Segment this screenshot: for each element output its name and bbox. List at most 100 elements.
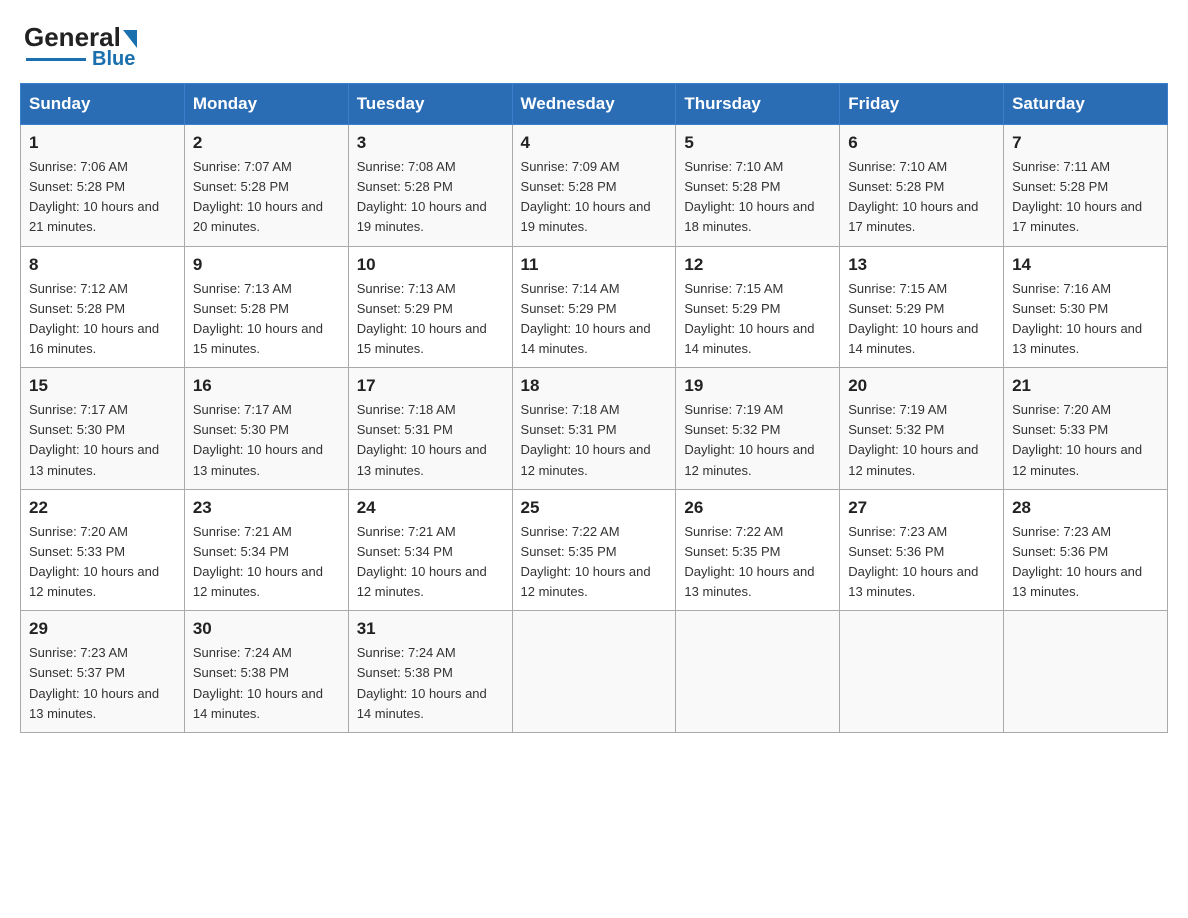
calendar-wrapper: SundayMondayTuesdayWednesdayThursdayFrid…	[0, 83, 1188, 753]
calendar-week-row: 8 Sunrise: 7:12 AMSunset: 5:28 PMDayligh…	[21, 246, 1168, 368]
day-info: Sunrise: 7:23 AMSunset: 5:37 PMDaylight:…	[29, 645, 159, 720]
calendar-cell: 25 Sunrise: 7:22 AMSunset: 5:35 PMDaylig…	[512, 489, 676, 611]
day-number: 2	[193, 133, 340, 153]
calendar-week-row: 29 Sunrise: 7:23 AMSunset: 5:37 PMDaylig…	[21, 611, 1168, 733]
day-info: Sunrise: 7:18 AMSunset: 5:31 PMDaylight:…	[357, 402, 487, 477]
day-info: Sunrise: 7:21 AMSunset: 5:34 PMDaylight:…	[193, 524, 323, 599]
day-info: Sunrise: 7:16 AMSunset: 5:30 PMDaylight:…	[1012, 281, 1142, 356]
day-info: Sunrise: 7:22 AMSunset: 5:35 PMDaylight:…	[684, 524, 814, 599]
day-info: Sunrise: 7:18 AMSunset: 5:31 PMDaylight:…	[521, 402, 651, 477]
day-number: 31	[357, 619, 504, 639]
calendar-cell: 30 Sunrise: 7:24 AMSunset: 5:38 PMDaylig…	[184, 611, 348, 733]
day-number: 21	[1012, 376, 1159, 396]
day-number: 9	[193, 255, 340, 275]
day-number: 16	[193, 376, 340, 396]
day-header-thursday: Thursday	[676, 84, 840, 125]
day-number: 26	[684, 498, 831, 518]
day-info: Sunrise: 7:10 AMSunset: 5:28 PMDaylight:…	[684, 159, 814, 234]
day-info: Sunrise: 7:23 AMSunset: 5:36 PMDaylight:…	[1012, 524, 1142, 599]
day-info: Sunrise: 7:13 AMSunset: 5:28 PMDaylight:…	[193, 281, 323, 356]
day-number: 28	[1012, 498, 1159, 518]
calendar-cell	[512, 611, 676, 733]
calendar-cell: 1 Sunrise: 7:06 AMSunset: 5:28 PMDayligh…	[21, 125, 185, 247]
logo-arrow-icon	[123, 30, 137, 48]
day-header-sunday: Sunday	[21, 84, 185, 125]
day-header-tuesday: Tuesday	[348, 84, 512, 125]
logo-blue-text: Blue	[92, 48, 135, 71]
calendar-cell: 24 Sunrise: 7:21 AMSunset: 5:34 PMDaylig…	[348, 489, 512, 611]
calendar-week-row: 1 Sunrise: 7:06 AMSunset: 5:28 PMDayligh…	[21, 125, 1168, 247]
day-number: 13	[848, 255, 995, 275]
calendar-cell: 5 Sunrise: 7:10 AMSunset: 5:28 PMDayligh…	[676, 125, 840, 247]
calendar-cell: 29 Sunrise: 7:23 AMSunset: 5:37 PMDaylig…	[21, 611, 185, 733]
calendar-week-row: 15 Sunrise: 7:17 AMSunset: 5:30 PMDaylig…	[21, 368, 1168, 490]
calendar-week-row: 22 Sunrise: 7:20 AMSunset: 5:33 PMDaylig…	[21, 489, 1168, 611]
day-info: Sunrise: 7:20 AMSunset: 5:33 PMDaylight:…	[29, 524, 159, 599]
day-info: Sunrise: 7:07 AMSunset: 5:28 PMDaylight:…	[193, 159, 323, 234]
day-number: 29	[29, 619, 176, 639]
day-info: Sunrise: 7:08 AMSunset: 5:28 PMDaylight:…	[357, 159, 487, 234]
calendar-cell: 8 Sunrise: 7:12 AMSunset: 5:28 PMDayligh…	[21, 246, 185, 368]
day-number: 12	[684, 255, 831, 275]
calendar-cell: 6 Sunrise: 7:10 AMSunset: 5:28 PMDayligh…	[840, 125, 1004, 247]
logo-line-decoration	[26, 58, 86, 61]
day-number: 10	[357, 255, 504, 275]
day-info: Sunrise: 7:06 AMSunset: 5:28 PMDaylight:…	[29, 159, 159, 234]
day-info: Sunrise: 7:19 AMSunset: 5:32 PMDaylight:…	[684, 402, 814, 477]
calendar-cell: 22 Sunrise: 7:20 AMSunset: 5:33 PMDaylig…	[21, 489, 185, 611]
day-info: Sunrise: 7:19 AMSunset: 5:32 PMDaylight:…	[848, 402, 978, 477]
calendar-cell: 13 Sunrise: 7:15 AMSunset: 5:29 PMDaylig…	[840, 246, 1004, 368]
day-number: 14	[1012, 255, 1159, 275]
day-number: 17	[357, 376, 504, 396]
day-number: 11	[521, 255, 668, 275]
calendar-cell: 21 Sunrise: 7:20 AMSunset: 5:33 PMDaylig…	[1004, 368, 1168, 490]
calendar-cell: 10 Sunrise: 7:13 AMSunset: 5:29 PMDaylig…	[348, 246, 512, 368]
day-number: 25	[521, 498, 668, 518]
calendar-cell: 23 Sunrise: 7:21 AMSunset: 5:34 PMDaylig…	[184, 489, 348, 611]
day-info: Sunrise: 7:14 AMSunset: 5:29 PMDaylight:…	[521, 281, 651, 356]
day-number: 5	[684, 133, 831, 153]
calendar-cell: 2 Sunrise: 7:07 AMSunset: 5:28 PMDayligh…	[184, 125, 348, 247]
calendar-header-row: SundayMondayTuesdayWednesdayThursdayFrid…	[21, 84, 1168, 125]
calendar-table: SundayMondayTuesdayWednesdayThursdayFrid…	[20, 83, 1168, 733]
day-header-wednesday: Wednesday	[512, 84, 676, 125]
day-number: 1	[29, 133, 176, 153]
day-number: 7	[1012, 133, 1159, 153]
day-info: Sunrise: 7:15 AMSunset: 5:29 PMDaylight:…	[684, 281, 814, 356]
day-header-monday: Monday	[184, 84, 348, 125]
day-info: Sunrise: 7:20 AMSunset: 5:33 PMDaylight:…	[1012, 402, 1142, 477]
day-info: Sunrise: 7:23 AMSunset: 5:36 PMDaylight:…	[848, 524, 978, 599]
day-info: Sunrise: 7:15 AMSunset: 5:29 PMDaylight:…	[848, 281, 978, 356]
calendar-cell	[676, 611, 840, 733]
day-info: Sunrise: 7:22 AMSunset: 5:35 PMDaylight:…	[521, 524, 651, 599]
calendar-cell: 20 Sunrise: 7:19 AMSunset: 5:32 PMDaylig…	[840, 368, 1004, 490]
day-info: Sunrise: 7:13 AMSunset: 5:29 PMDaylight:…	[357, 281, 487, 356]
day-number: 19	[684, 376, 831, 396]
day-info: Sunrise: 7:17 AMSunset: 5:30 PMDaylight:…	[193, 402, 323, 477]
day-number: 8	[29, 255, 176, 275]
day-info: Sunrise: 7:09 AMSunset: 5:28 PMDaylight:…	[521, 159, 651, 234]
day-info: Sunrise: 7:10 AMSunset: 5:28 PMDaylight:…	[848, 159, 978, 234]
calendar-cell	[840, 611, 1004, 733]
calendar-cell: 27 Sunrise: 7:23 AMSunset: 5:36 PMDaylig…	[840, 489, 1004, 611]
calendar-cell: 26 Sunrise: 7:22 AMSunset: 5:35 PMDaylig…	[676, 489, 840, 611]
day-header-saturday: Saturday	[1004, 84, 1168, 125]
day-number: 15	[29, 376, 176, 396]
calendar-cell: 16 Sunrise: 7:17 AMSunset: 5:30 PMDaylig…	[184, 368, 348, 490]
day-info: Sunrise: 7:24 AMSunset: 5:38 PMDaylight:…	[193, 645, 323, 720]
calendar-cell: 7 Sunrise: 7:11 AMSunset: 5:28 PMDayligh…	[1004, 125, 1168, 247]
calendar-body: 1 Sunrise: 7:06 AMSunset: 5:28 PMDayligh…	[21, 125, 1168, 733]
logo-general-text: General	[24, 24, 121, 50]
calendar-cell: 3 Sunrise: 7:08 AMSunset: 5:28 PMDayligh…	[348, 125, 512, 247]
day-number: 30	[193, 619, 340, 639]
calendar-cell: 4 Sunrise: 7:09 AMSunset: 5:28 PMDayligh…	[512, 125, 676, 247]
logo: General Blue	[24, 24, 137, 71]
calendar-cell: 9 Sunrise: 7:13 AMSunset: 5:28 PMDayligh…	[184, 246, 348, 368]
day-number: 4	[521, 133, 668, 153]
day-number: 18	[521, 376, 668, 396]
day-number: 6	[848, 133, 995, 153]
day-number: 3	[357, 133, 504, 153]
calendar-cell: 31 Sunrise: 7:24 AMSunset: 5:38 PMDaylig…	[348, 611, 512, 733]
day-info: Sunrise: 7:11 AMSunset: 5:28 PMDaylight:…	[1012, 159, 1142, 234]
day-number: 22	[29, 498, 176, 518]
